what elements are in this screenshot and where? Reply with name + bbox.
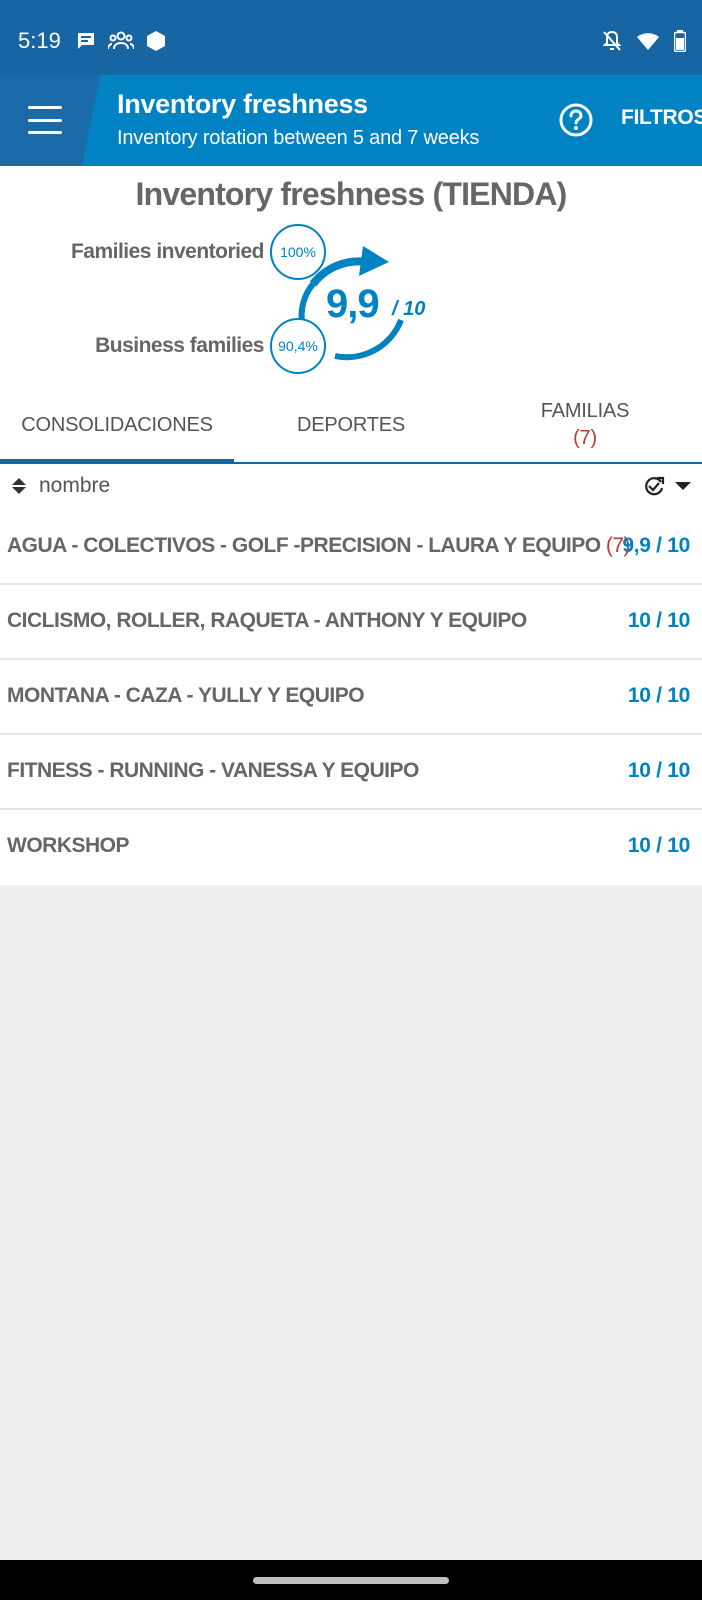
families-inventoried-label: Families inventoried: [70, 240, 265, 263]
notifications-off-icon: [602, 30, 622, 51]
list-item[interactable]: MONTANA - CAZA - YULLY Y EQUIPO 10 / 10: [0, 660, 702, 735]
chevron-down-icon[interactable]: [674, 480, 692, 492]
item-score: 10 / 10: [627, 834, 690, 857]
list-item[interactable]: AGUA - COLECTIVOS - GOLF -PRECISION - LA…: [0, 510, 702, 585]
app-bar: Inventory freshness Inventory rotation b…: [0, 75, 702, 166]
tab-count-badge: (7): [573, 427, 597, 449]
item-name: FITNESS - RUNNING - VANESSA Y EQUIPO: [7, 759, 419, 783]
list-item[interactable]: FITNESS - RUNNING - VANESSA Y EQUIPO 10 …: [0, 735, 702, 810]
system-nav-bar: [0, 1560, 702, 1600]
hexagon-icon: [147, 31, 165, 51]
item-name-text: MONTANA - CAZA - YULLY Y EQUIPO: [7, 684, 365, 707]
home-handle[interactable]: [253, 1577, 449, 1584]
tab-consolidaciones[interactable]: CONSOLIDACIONES: [0, 388, 234, 462]
people-icon: [108, 31, 134, 50]
families-inventoried-badge: 100%: [270, 224, 326, 280]
refresh-check-icon[interactable]: [642, 474, 666, 498]
tab-deportes[interactable]: DEPORTES: [234, 388, 468, 462]
business-families-badge: 90,4%: [270, 318, 326, 374]
business-families-label: Business families: [95, 334, 264, 357]
page-title: Inventory freshness: [117, 89, 368, 119]
summary-title: Inventory freshness (TIENDA): [135, 176, 567, 212]
item-name-text: CICLISMO, ROLLER, RAQUETA - ANTHONY Y EQ…: [7, 609, 527, 632]
sort-options: [642, 474, 692, 498]
wifi-icon: [637, 33, 659, 50]
menu-icon-line: [28, 118, 62, 122]
menu-icon-line: [28, 131, 62, 134]
item-name: WORKSHOP: [7, 834, 130, 858]
sort-label[interactable]: nombre: [39, 474, 110, 498]
status-bar: 5:19: [0, 0, 702, 75]
summary-panel: Inventory freshness (TIENDA) Families in…: [0, 166, 702, 388]
sort-row: nombre: [0, 464, 702, 510]
item-score: 9,9 / 10: [622, 534, 690, 557]
tab-bar: CONSOLIDACIONES DEPORTES FAMILIAS (7): [0, 388, 702, 464]
score-max: / 10: [392, 298, 426, 320]
item-name: CICLISMO, ROLLER, RAQUETA - ANTHONY Y EQ…: [7, 609, 527, 633]
help-icon[interactable]: [558, 102, 594, 138]
item-name-text: AGUA - COLECTIVOS - GOLF -PRECISION - LA…: [7, 534, 601, 557]
tab-familias[interactable]: FAMILIAS (7): [468, 388, 702, 462]
status-icons-right: [602, 30, 686, 52]
menu-icon-line: [28, 106, 62, 109]
tab-label: DEPORTES: [296, 413, 406, 436]
item-score: 10 / 10: [627, 609, 690, 632]
battery-icon: [674, 30, 686, 52]
item-name: AGUA - COLECTIVOS - GOLF -PRECISION - LA…: [7, 534, 631, 558]
item-name-text: WORKSHOP: [7, 834, 130, 857]
menu-button[interactable]: [28, 106, 62, 134]
score-value: 9,9: [326, 282, 380, 326]
sort-icon[interactable]: [10, 476, 28, 496]
tab-label: CONSOLIDACIONES: [21, 413, 213, 436]
chat-icon: [78, 33, 94, 49]
list-item[interactable]: WORKSHOP 10 / 10: [0, 810, 702, 885]
filters-button[interactable]: FILTROS: [621, 106, 702, 130]
store-list: AGUA - COLECTIVOS - GOLF -PRECISION - LA…: [0, 510, 702, 885]
page-subtitle: Inventory rotation between 5 and 7 weeks: [117, 127, 480, 149]
tab-label: FAMILIAS: [540, 400, 630, 422]
status-icons-left: [76, 30, 166, 52]
status-time: 5:19: [18, 28, 61, 53]
item-score: 10 / 10: [627, 759, 690, 782]
item-name-text: FITNESS - RUNNING - VANESSA Y EQUIPO: [7, 759, 419, 782]
item-name: MONTANA - CAZA - YULLY Y EQUIPO: [7, 684, 365, 708]
list-item[interactable]: CICLISMO, ROLLER, RAQUETA - ANTHONY Y EQ…: [0, 585, 702, 660]
item-score: 10 / 10: [627, 684, 690, 707]
